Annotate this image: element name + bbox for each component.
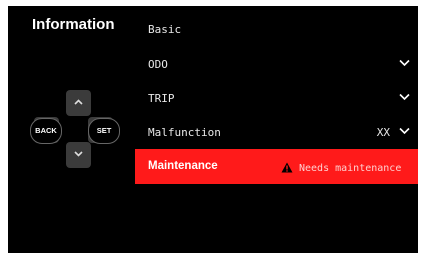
menu-item-label: TRIP <box>148 92 175 105</box>
arrow-down-icon <box>74 151 83 157</box>
chevron-down-icon <box>399 59 410 67</box>
menu-item-label: Basic <box>148 23 182 36</box>
set-button[interactable]: SET <box>88 118 120 144</box>
up-button[interactable] <box>66 90 91 116</box>
arrow-up-icon <box>74 99 83 105</box>
dpad: BACK SET <box>30 84 128 186</box>
menu-item-odo[interactable]: ODO <box>135 47 418 82</box>
menu-item-malfunction[interactable]: Malfunction XX <box>135 115 418 150</box>
down-button[interactable] <box>66 142 91 168</box>
maintenance-status: Needs maintenance <box>281 149 401 186</box>
chevron-down-icon <box>399 93 410 101</box>
chevron-down-icon <box>399 127 410 135</box>
menu-item-maintenance[interactable]: Maintenance Needs maintenance <box>135 149 418 184</box>
screen: Information Basic ODO TRIP Malfunction X… <box>8 6 418 253</box>
menu-item-trip[interactable]: TRIP <box>135 81 418 116</box>
back-button[interactable]: BACK <box>30 118 62 144</box>
menu-item-basic[interactable]: Basic <box>135 12 418 47</box>
malfunction-value: XX <box>376 126 390 139</box>
menu-item-label: ODO <box>148 58 168 71</box>
menu-item-label: Maintenance <box>148 160 218 172</box>
page-title: Information <box>32 16 115 33</box>
menu-item-label: Malfunction <box>148 126 221 139</box>
maintenance-status-text: Needs maintenance <box>299 163 402 174</box>
warning-icon <box>281 162 293 173</box>
